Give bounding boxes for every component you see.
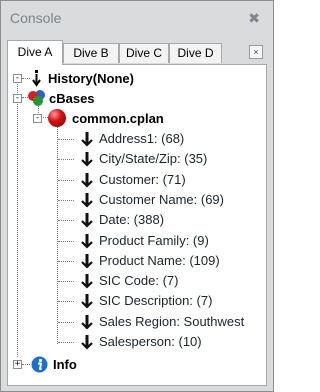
tree-item-label: common.cplan (72, 111, 164, 126)
tab-dive-b[interactable]: Dive B (63, 43, 119, 63)
collapse-toggle[interactable]: - (13, 94, 22, 103)
tree-line (58, 220, 74, 222)
tree-item-dimension[interactable]: Customer: (71) (8, 170, 258, 190)
tab-strip: Dive A Dive B Dive C Dive D × (7, 40, 263, 65)
down-arrow-icon (81, 213, 93, 228)
tree-line (58, 179, 74, 181)
title-bar: Console ✖ (3, 7, 269, 29)
tree-line (58, 281, 74, 283)
tree-item-dimension[interactable]: Salesperson: (10) (8, 332, 258, 352)
tree-line (58, 199, 74, 201)
tab-close-button[interactable]: × (249, 45, 263, 59)
tree-item-dimension[interactable]: Sales Region: Southwest (8, 312, 258, 332)
tree-line (58, 240, 74, 242)
tree-item-label: SIC Description: (7) (99, 293, 213, 309)
tree-item-common-cplan[interactable]: - common.cplan (8, 109, 258, 129)
tree-line (58, 301, 74, 303)
tree-item-dimension[interactable]: Product Name: (109) (8, 251, 258, 271)
tree-line (58, 159, 74, 161)
history-icon (32, 70, 41, 87)
tree-item-dimension[interactable]: SIC Description: (7) (8, 291, 258, 311)
cplan-icon (48, 109, 66, 127)
tree-item-dimension[interactable]: Product Family: (9) (8, 231, 258, 251)
tab-dive-a[interactable]: Dive A (7, 40, 63, 65)
down-arrow-icon (81, 152, 93, 167)
tree-item-label: City/State/Zip: (35) (99, 151, 208, 167)
cbases-icon (28, 90, 45, 106)
tree-item-label: Salesperson: (10) (99, 334, 202, 349)
down-arrow-icon (81, 274, 93, 289)
tree-item-dimension[interactable]: Customer Name: (69) (8, 190, 258, 210)
tree-item-label: Sales Region: Southwest (99, 313, 245, 329)
tree-item-label: SIC Code: (7) (99, 273, 179, 289)
tree-item-label: Address1: (68) (99, 131, 185, 146)
tree-item-dimension[interactable]: Date: (388) (8, 210, 258, 230)
tree-line (58, 260, 74, 262)
tree-item-history[interactable]: - History(None) (8, 69, 258, 89)
tree-item-label: Customer Name: (69) (99, 191, 224, 207)
tree-line (58, 139, 74, 140)
tree-panel: - History(None) - cBases - common.cplan (7, 64, 267, 386)
tree-item-cbases[interactable]: - cBases (8, 89, 258, 109)
tree-item-dimension[interactable]: Address1: (68) (8, 129, 258, 149)
tree-item-label: Product Family: (9) (99, 232, 209, 248)
down-arrow-icon (81, 335, 93, 350)
down-arrow-icon (81, 192, 93, 208)
down-arrow-icon (81, 253, 93, 269)
tree-item-label: Info (53, 357, 77, 372)
tree-item-dimension[interactable]: City/State/Zip: (35) (8, 149, 258, 169)
down-arrow-icon (81, 172, 93, 188)
down-arrow-icon (81, 233, 93, 249)
down-arrow-icon (81, 132, 93, 147)
tree-item-label: History(None) (48, 71, 134, 86)
tab-dive-d[interactable]: Dive D (169, 43, 222, 63)
close-icon[interactable]: ✖ (248, 11, 260, 25)
tree-item-dimension[interactable]: SIC Code: (7) (8, 271, 258, 291)
tree-item-label: cBases (49, 91, 95, 106)
tree-item-label: Date: (388) (99, 212, 165, 228)
tree-item-label: Customer: (71) (99, 171, 186, 187)
window-title: Console (10, 10, 62, 26)
info-icon (31, 356, 48, 373)
collapse-toggle[interactable]: - (33, 114, 42, 123)
tree-item-label: Product Name: (109) (99, 252, 220, 268)
tree-line (58, 342, 74, 343)
console-window: Console ✖ Dive A Dive B Dive C Dive D × … (0, 0, 274, 392)
tree-line (58, 321, 74, 323)
down-arrow-icon (81, 314, 93, 330)
tree-item-info[interactable]: + Info (8, 355, 258, 375)
down-arrow-icon (81, 294, 93, 309)
tab-dive-c[interactable]: Dive C (119, 43, 169, 63)
expand-toggle[interactable]: + (13, 360, 22, 369)
collapse-toggle[interactable]: - (13, 74, 22, 83)
